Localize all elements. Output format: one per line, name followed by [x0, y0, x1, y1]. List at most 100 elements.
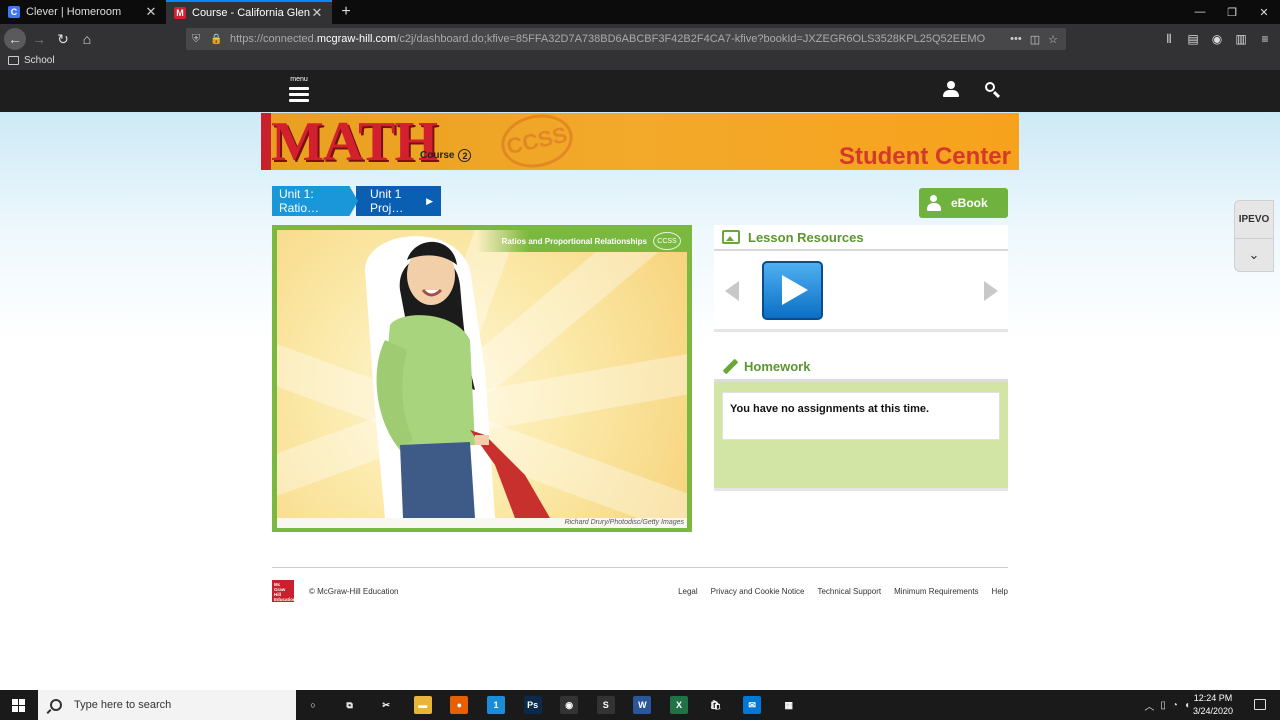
onepassword-icon[interactable]: 1	[487, 696, 505, 714]
account-icon[interactable]: ◉	[1208, 28, 1226, 50]
glencoe-logo-strip	[261, 113, 271, 170]
student-photo	[365, 236, 550, 518]
page-title: Student Center	[838, 143, 1011, 170]
mail-icon[interactable]: ✉	[743, 696, 762, 714]
task-view-icon[interactable]: ⧉	[341, 696, 359, 714]
chevron-right-icon: ▶	[426, 195, 433, 206]
breadcrumb-unit[interactable]: Unit 1: Ratio…	[272, 186, 358, 216]
taskbar-search[interactable]: Type here to search	[38, 690, 296, 720]
carousel-prev-icon[interactable]	[725, 281, 739, 301]
taskbar-clock[interactable]: 12:24 PM 3/24/2020	[1188, 692, 1238, 718]
forward-arrow-icon[interactable]: →	[28, 28, 50, 50]
obs-icon[interactable]: ◉	[560, 696, 579, 714]
page-actions-icon[interactable]: •••	[1010, 33, 1022, 46]
breadcrumb-project[interactable]: Unit 1 Proj… ▶	[356, 186, 441, 216]
home-icon[interactable]: ⌂	[76, 28, 98, 50]
url-host: mcgraw-hill.com	[316, 33, 397, 45]
mcgraw-favicon-icon: M	[174, 7, 186, 19]
calculator-icon[interactable]: ▦	[780, 696, 798, 714]
play-icon	[782, 275, 808, 305]
store-icon[interactable]: 🛍	[707, 696, 725, 714]
cortana-icon[interactable]: ○	[304, 696, 322, 714]
tab-mcgraw-hill[interactable]: M Course - California Glencoe M ✕	[166, 0, 332, 24]
address-bar[interactable]: ⛨ 🔒 https://connected.mcgraw-hill.com/c2…	[186, 28, 1066, 50]
footer-link-help[interactable]: Help	[992, 587, 1008, 596]
restore-icon[interactable]: ❐	[1216, 0, 1248, 24]
extension-icon[interactable]: ▥	[1232, 28, 1250, 50]
lesson-resources-panel: Lesson Resources	[714, 225, 1008, 332]
menu-button[interactable]: menu	[287, 76, 311, 108]
snip-icon[interactable]: ✂	[377, 696, 395, 714]
clock-date: 3/24/2020	[1192, 706, 1234, 716]
video-resource-button[interactable]	[762, 261, 823, 320]
lock-icon[interactable]: 🔒	[210, 34, 222, 45]
new-tab-icon[interactable]: +	[337, 0, 355, 24]
footer-links: Legal Privacy and Cookie Notice Technica…	[678, 587, 1008, 596]
notifications-icon[interactable]	[1254, 699, 1266, 710]
search-icon	[50, 699, 62, 711]
ccss-stamp: CCSS	[496, 113, 578, 170]
homework-title: Homework	[744, 359, 811, 374]
bookmark-star-icon[interactable]: ☆	[1048, 33, 1058, 46]
unit-hero-image[interactable]: Ratios and Proportional Relationships CC…	[272, 225, 692, 532]
ipevo-widget[interactable]: IPEVO ⌄	[1234, 200, 1274, 272]
course-banner: MATH Course 2 CCSS Student Center	[261, 113, 1019, 170]
tab-title: Course - California Glencoe M	[192, 7, 310, 19]
breadcrumb-label: Unit 1 Proj…	[370, 187, 404, 215]
bookmarks-bar: School	[0, 54, 1280, 70]
photo-credit: Richard Drury/Photodisc/Getty Images	[277, 518, 687, 528]
lesson-resources-title: Lesson Resources	[748, 229, 864, 245]
file-explorer-icon[interactable]: ▬	[413, 696, 432, 714]
minimize-icon[interactable]: —	[1184, 0, 1216, 24]
user-icon[interactable]	[942, 80, 960, 100]
bookmark-school[interactable]: School	[8, 55, 55, 66]
ebook-button[interactable]: eBook	[919, 188, 1008, 218]
footer-link-support[interactable]: Technical Support	[817, 587, 881, 596]
firefox-icon[interactable]: ●	[450, 696, 469, 714]
battery-icon[interactable]: ▯	[1160, 700, 1166, 711]
library-icon[interactable]: ⫴	[1160, 28, 1178, 50]
lesson-resources-header: Lesson Resources	[714, 225, 1008, 251]
carousel-next-icon[interactable]	[984, 281, 998, 301]
app-s-icon[interactable]: S	[596, 696, 615, 714]
image-icon	[722, 230, 740, 244]
url-path: /c2j/dashboard.do;kfive=85FFA32D7A738BD6…	[396, 33, 986, 45]
taskbar-search-placeholder: Type here to search	[74, 699, 172, 711]
back-arrow-icon[interactable]: ←	[4, 28, 26, 50]
network-icon[interactable]: ◔	[1172, 700, 1178, 711]
excel-icon[interactable]: X	[670, 696, 688, 714]
browser-toolbar: ⫴ ▤ ◉ ▥ ≡	[1160, 28, 1274, 50]
pocket-icon[interactable]: ◫	[1030, 33, 1040, 46]
hamburger-menu-icon[interactable]: ≡	[1256, 28, 1274, 50]
tab-clever[interactable]: C Clever | Homeroom ✕	[0, 0, 166, 24]
browser-navigation-bar: ← → ↻ ⌂ ⛨ 🔒 https://connected.mcgraw-hil…	[0, 24, 1280, 54]
word-icon[interactable]: W	[633, 696, 652, 714]
math-logo: MATH	[271, 113, 438, 170]
footer-link-privacy[interactable]: Privacy and Cookie Notice	[711, 587, 805, 596]
browser-tab-bar: C Clever | Homeroom ✕ M Course - Califor…	[0, 0, 1280, 24]
reload-icon[interactable]: ↻	[52, 28, 74, 50]
bookmark-label: School	[24, 55, 55, 66]
photoshop-icon[interactable]: Ps	[523, 696, 542, 714]
tray-overflow-icon[interactable]: ︿	[1144, 698, 1154, 713]
close-tab-icon[interactable]: ✕	[310, 5, 324, 21]
footer-link-legal[interactable]: Legal	[678, 587, 698, 596]
site-header: menu	[0, 70, 1280, 112]
footer-link-requirements[interactable]: Minimum Requirements	[894, 587, 978, 596]
url-text[interactable]: https://connected.mcgraw-hill.com/c2j/da…	[230, 33, 1010, 45]
clever-favicon-icon: C	[8, 6, 20, 18]
chevron-down-icon[interactable]: ⌄	[1235, 239, 1273, 271]
close-window-icon[interactable]: ✕	[1248, 0, 1280, 24]
menu-label: menu	[290, 76, 308, 83]
course-label: Course 2	[420, 149, 472, 162]
close-tab-icon[interactable]: ✕	[144, 4, 158, 20]
ipevo-label: IPEVO	[1235, 201, 1273, 239]
hero-illustration: Ratios and Proportional Relationships CC…	[277, 230, 687, 518]
start-button[interactable]	[0, 690, 36, 720]
reader-icon	[927, 195, 943, 211]
shield-icon[interactable]: ⛨	[192, 33, 204, 46]
folder-icon	[8, 56, 19, 65]
homework-message: You have no assignments at this time.	[722, 392, 1000, 440]
sidebar-icon[interactable]: ▤	[1184, 28, 1202, 50]
search-icon[interactable]	[983, 80, 1001, 99]
